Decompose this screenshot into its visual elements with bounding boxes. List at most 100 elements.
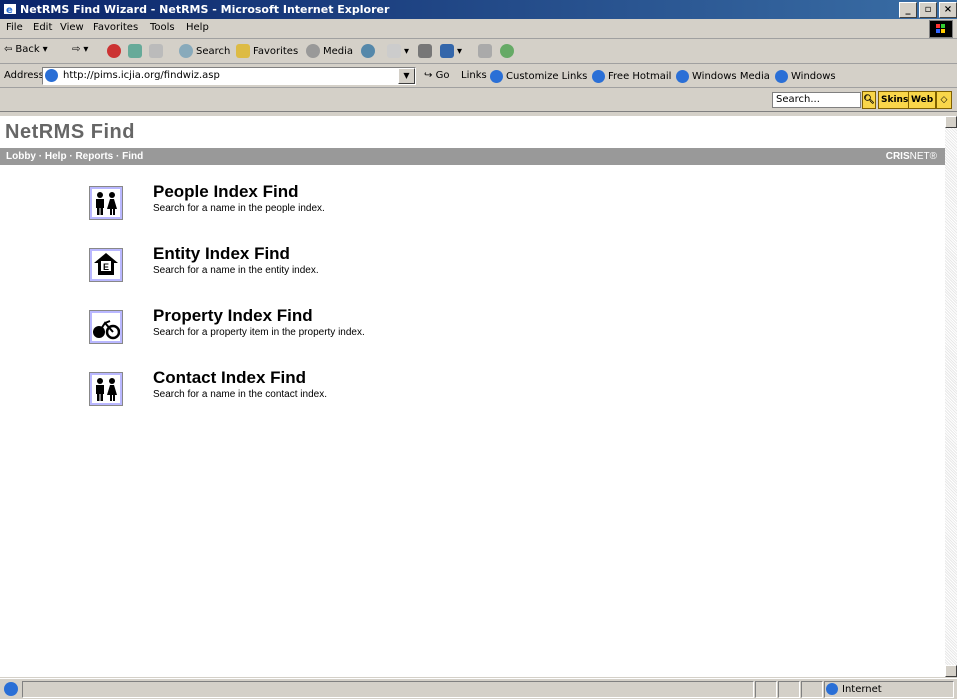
back-button[interactable]: ⇦ Back ▾ xyxy=(4,44,48,55)
web-button[interactable]: Web xyxy=(908,91,937,109)
link-free-hotmail[interactable]: Free Hotmail xyxy=(592,70,671,83)
address-input[interactable]: http://pims.icjia.org/findwiz.asp xyxy=(42,67,416,85)
entity-index-find-title[interactable]: Entity Index Find xyxy=(153,244,290,264)
bicycle-icon[interactable] xyxy=(89,310,123,344)
scroll-up-button[interactable] xyxy=(945,116,957,128)
menu-view[interactable]: View xyxy=(60,22,84,33)
mail-button[interactable]: ▾ xyxy=(387,44,409,58)
ie-link-icon xyxy=(676,70,689,83)
highlight-button[interactable]: ◇ xyxy=(936,91,952,109)
people-index-find-title[interactable]: People Index Find xyxy=(153,182,298,202)
search-button[interactable]: Search xyxy=(179,44,230,58)
chevron-down-icon: ▾ xyxy=(83,44,89,55)
status-panel xyxy=(778,681,800,698)
back-label: Back xyxy=(15,44,40,55)
link-label: Customize Links xyxy=(506,71,588,82)
go-label: Go xyxy=(435,70,450,81)
vertical-scrollbar[interactable] xyxy=(945,116,957,677)
favorites-label: Favorites xyxy=(253,45,299,57)
ie-status-icon xyxy=(4,682,18,696)
chevron-down-icon: ▾ xyxy=(404,45,410,57)
media-label: Media xyxy=(323,45,354,57)
window-title: NetRMS Find Wizard - NetRMS - Microsoft … xyxy=(20,3,390,16)
svg-text:E: E xyxy=(103,262,109,272)
contact-index-find-desc: Search for a name in the contact index. xyxy=(153,389,327,400)
forward-button[interactable]: ⇨ ▾ xyxy=(72,44,88,55)
media-button[interactable]: Media xyxy=(306,44,353,58)
link-windows-media[interactable]: Windows Media xyxy=(676,70,770,83)
people-icon[interactable] xyxy=(89,186,123,220)
refresh-icon xyxy=(128,44,142,58)
diamond-icon: ◇ xyxy=(940,95,948,105)
edit-button[interactable]: ▾ xyxy=(440,44,462,58)
people-index-find-item[interactable]: People Index Find Search for a name in t… xyxy=(89,182,409,230)
property-index-find-title[interactable]: Property Index Find xyxy=(153,306,313,326)
chevron-down-icon: ▾ xyxy=(457,45,463,57)
globe-icon xyxy=(826,683,838,695)
forward-arrow-icon: ⇨ xyxy=(72,44,81,55)
people-index-find-desc: Search for a name in the people index. xyxy=(153,203,325,214)
link-label: Windows xyxy=(791,71,836,82)
brand-bold: CRIS xyxy=(885,151,910,162)
chevron-down-icon: ▾ xyxy=(42,44,48,55)
property-index-find-item[interactable]: Property Index Find Search for a propert… xyxy=(89,306,409,354)
nav-links[interactable]: Lobby · Help · Reports · Find xyxy=(6,148,143,165)
favorites-star-icon xyxy=(236,44,250,58)
scroll-down-button[interactable] xyxy=(945,665,957,677)
status-panel xyxy=(755,681,777,698)
maximize-button[interactable]: ▫ xyxy=(919,2,937,18)
history-icon xyxy=(361,44,375,58)
contact-icon[interactable] xyxy=(89,372,123,406)
security-zone: Internet xyxy=(826,683,882,695)
mail-icon xyxy=(387,44,401,58)
messenger-button[interactable] xyxy=(500,44,514,58)
minimize-button[interactable]: _ xyxy=(899,2,917,18)
search-toolbar: Search... 🔍︎ Skins Web ◇ xyxy=(0,88,957,112)
skins-button[interactable]: Skins xyxy=(878,91,912,109)
menu-file[interactable]: File xyxy=(6,22,23,33)
link-customize-links[interactable]: Customize Links xyxy=(490,70,587,83)
link-label: Free Hotmail xyxy=(608,71,672,82)
search-icon xyxy=(179,44,193,58)
menu-edit[interactable]: Edit xyxy=(33,22,52,33)
entity-index-find-item[interactable]: E Entity Index Find Search for a name in… xyxy=(89,244,409,292)
stop-button[interactable] xyxy=(107,44,121,58)
history-button[interactable] xyxy=(361,44,375,58)
zone-label: Internet xyxy=(842,683,882,695)
media-icon xyxy=(306,44,320,58)
print-icon xyxy=(418,44,432,58)
menu-help[interactable]: Help xyxy=(186,22,209,33)
property-index-find-desc: Search for a property item in the proper… xyxy=(153,327,365,338)
go-button[interactable]: ↪ Go xyxy=(424,70,449,81)
status-bar: Internet xyxy=(0,678,957,699)
entity-icon[interactable]: E xyxy=(89,248,123,282)
refresh-button[interactable] xyxy=(128,44,142,58)
address-label: Address xyxy=(4,70,44,81)
link-windows[interactable]: Windows xyxy=(775,70,836,83)
contact-index-find-title[interactable]: Contact Index Find xyxy=(153,368,306,388)
stop-icon xyxy=(107,44,121,58)
close-button[interactable]: × xyxy=(939,2,957,18)
menu-tools[interactable]: Tools xyxy=(150,22,175,33)
go-arrow-icon: ↪ xyxy=(424,70,433,81)
messenger-icon xyxy=(500,44,514,58)
ie-icon: e xyxy=(3,2,17,16)
address-bar: Address http://pims.icjia.org/findwiz.as… xyxy=(0,64,957,88)
menu-favorites[interactable]: Favorites xyxy=(93,22,138,33)
nav-bar: Lobby · Help · Reports · Find CRISNET® xyxy=(0,148,945,165)
contact-index-find-item[interactable]: Contact Index Find Search for a name in … xyxy=(89,368,409,416)
print-button[interactable] xyxy=(418,44,432,58)
brand-logo: CRISNET® xyxy=(886,148,937,165)
discuss-button[interactable] xyxy=(478,44,492,58)
discuss-icon xyxy=(478,44,492,58)
svg-text:e: e xyxy=(6,5,13,16)
favorites-button[interactable]: Favorites xyxy=(236,44,298,58)
magnifier-icon: 🔍︎ xyxy=(863,95,875,105)
title-bar: e NetRMS Find Wizard - NetRMS - Microsof… xyxy=(0,0,957,19)
address-dropdown-button[interactable]: ▼ xyxy=(398,68,415,84)
menu-bar: File Edit View Favorites Tools Help xyxy=(0,19,957,39)
magnifier-search-button[interactable]: 🔍︎ xyxy=(862,91,876,109)
home-button[interactable] xyxy=(149,44,163,58)
search-label: Search xyxy=(196,45,231,57)
toolbar-search-input[interactable]: Search... xyxy=(772,92,861,108)
